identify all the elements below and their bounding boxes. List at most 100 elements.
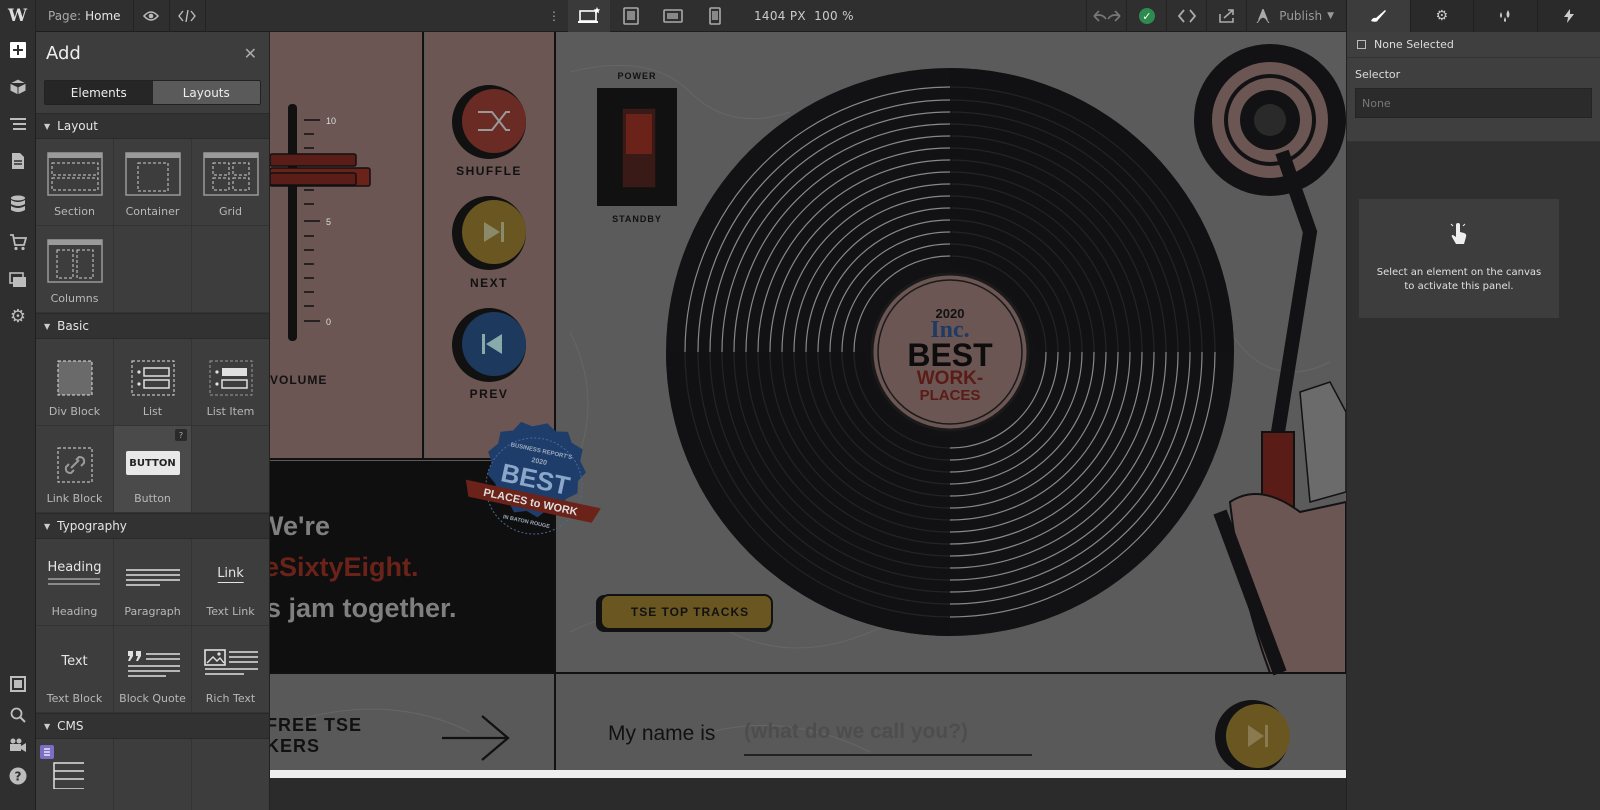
category-cms[interactable]: ▼ CMS: [36, 713, 269, 739]
element-collection-list[interactable]: [36, 739, 114, 810]
tagline-line-2[interactable]: eSixtyEight.: [270, 552, 419, 582]
shuffle-button[interactable]: [452, 85, 526, 159]
div-block-icon: [57, 360, 92, 396]
close-icon[interactable]: ✕: [244, 44, 257, 63]
pages-button[interactable]: [0, 146, 36, 176]
ecommerce-button[interactable]: [0, 227, 36, 257]
brackets-icon: [1177, 9, 1196, 23]
breakpoint-landscape-button[interactable]: [652, 0, 694, 32]
element-link-block[interactable]: Link Block: [36, 426, 114, 513]
publish-button[interactable]: Publish ▼: [1246, 0, 1346, 32]
undo-redo-button[interactable]: [1086, 0, 1126, 32]
video-button[interactable]: [0, 730, 36, 760]
tab-interactions[interactable]: [1473, 0, 1537, 32]
block-quote-icon: [127, 651, 180, 677]
more-dots-icon[interactable]: ⋮: [540, 9, 568, 23]
canvas-size-readout: 1404 PX 100 %: [754, 9, 854, 23]
element-div-block[interactable]: Div Block: [36, 339, 114, 426]
element-paragraph[interactable]: Paragraph: [114, 539, 192, 626]
breakpoint-bar: ⋮ 1404 PX 100 %: [540, 0, 854, 32]
pages-icon: [12, 153, 24, 169]
tab-settings[interactable]: ⚙: [1409, 0, 1474, 32]
element-grid[interactable]: Grid: [192, 139, 269, 226]
help-button[interactable]: ?: [0, 761, 36, 791]
top-tracks-button[interactable]: TSE TOP TRACKS: [596, 594, 773, 632]
style-panel-body: Select an element on the canvas to activ…: [1347, 142, 1600, 810]
tagline-line-3[interactable]: s jam together.: [270, 593, 457, 623]
desktop-star-icon: [578, 7, 601, 23]
topbar-actions: ✓ Publish ▼: [1086, 0, 1346, 32]
layout-elements-grid: Section Container Grid Columns: [36, 139, 269, 313]
name-placeholder[interactable]: (what do we call you?): [744, 720, 968, 743]
tab-layouts[interactable]: Layouts: [152, 81, 260, 104]
element-heading[interactable]: Heading Heading: [36, 539, 114, 626]
rocket-icon: [1256, 9, 1270, 23]
assets-button[interactable]: [0, 265, 36, 295]
export-code-button[interactable]: [1166, 0, 1206, 32]
page-selector[interactable]: Page: Home: [36, 0, 134, 32]
zoom-level[interactable]: 100 %: [814, 9, 854, 23]
element-text-link[interactable]: Link Text Link: [192, 539, 269, 626]
chevron-down-icon: ▼: [1327, 11, 1334, 21]
cms-button[interactable]: [0, 189, 36, 219]
element-button[interactable]: ? BUTTON Button: [114, 426, 192, 513]
category-typography[interactable]: ▼ Typography: [36, 513, 269, 539]
tab-style[interactable]: [1346, 0, 1410, 32]
breakpoint-portrait-button[interactable]: [694, 0, 736, 32]
category-basic[interactable]: ▼ Basic: [36, 313, 269, 339]
element-label: Text Link: [206, 605, 255, 618]
tab-lightning[interactable]: [1536, 0, 1600, 32]
free-stickers-line-2[interactable]: KERS: [270, 736, 320, 756]
element-container[interactable]: Container: [114, 139, 192, 226]
selector-input[interactable]: None: [1355, 88, 1592, 118]
add-elements-button[interactable]: [0, 35, 36, 65]
selector-section: Selector None: [1347, 58, 1600, 142]
code-button[interactable]: [170, 0, 206, 32]
share-button[interactable]: [1206, 0, 1246, 32]
breakpoint-desktop-button[interactable]: [568, 0, 610, 32]
element-text-block[interactable]: Text Text Block: [36, 626, 114, 713]
checkbox-icon[interactable]: [1357, 40, 1366, 49]
none-selected-row[interactable]: None Selected: [1347, 32, 1600, 58]
preview-eye-button[interactable]: [134, 0, 170, 32]
category-label: Typography: [57, 519, 127, 533]
search-button[interactable]: [0, 700, 36, 730]
next-button[interactable]: [452, 196, 526, 270]
undo-redo-icon: [1093, 10, 1121, 22]
design-canvas[interactable]: 10 5 0 VOLUME SHUFFLE NEXT PREV POWER ST…: [270, 32, 1346, 778]
pointer-hand-icon: [1450, 220, 1468, 246]
tagline-line-1[interactable]: We're: [270, 511, 330, 541]
breakpoint-tablet-button[interactable]: [610, 0, 652, 32]
tab-elements[interactable]: Elements: [45, 81, 153, 104]
list-item-icon: [209, 360, 252, 396]
record-work: WORK-: [917, 368, 983, 389]
panel-tabs: ⚙: [1346, 0, 1600, 32]
element-block-quote[interactable]: Block Quote: [114, 626, 192, 713]
symbols-button[interactable]: [0, 72, 36, 102]
prev-button[interactable]: [452, 308, 526, 382]
free-stickers-line-1[interactable]: FREE TSE: [270, 715, 362, 735]
element-list-item[interactable]: List Item: [192, 339, 269, 426]
navigator-button[interactable]: [0, 109, 36, 139]
settings-icon: ⚙: [9, 305, 27, 327]
cube-icon: [9, 78, 27, 96]
add-panel: Add ✕ Elements Layouts ▼ Layout Section C…: [36, 32, 270, 810]
empty-tile: [114, 226, 192, 313]
preview-button[interactable]: [0, 669, 36, 699]
cart-icon: [10, 234, 27, 251]
add-panel-title: Add: [46, 42, 81, 64]
settings-button[interactable]: ⚙: [0, 301, 36, 331]
category-layout[interactable]: ▼ Layout: [36, 113, 269, 139]
volume-label: VOLUME: [270, 373, 327, 387]
element-columns[interactable]: Columns: [36, 226, 114, 313]
element-list[interactable]: List: [114, 339, 192, 426]
navigator-icon: [10, 118, 26, 130]
canvas-artwork[interactable]: 10 5 0 VOLUME SHUFFLE NEXT PREV POWER ST…: [270, 32, 1346, 770]
add-panel-tabs: Elements Layouts: [44, 80, 261, 105]
help-badge[interactable]: ?: [175, 429, 187, 441]
record-places: PLACES: [920, 387, 981, 404]
webflow-logo-icon[interactable]: W: [0, 0, 36, 32]
element-section[interactable]: Section: [36, 139, 114, 226]
name-label: My name is: [608, 722, 715, 745]
element-rich-text[interactable]: Rich Text: [192, 626, 269, 713]
